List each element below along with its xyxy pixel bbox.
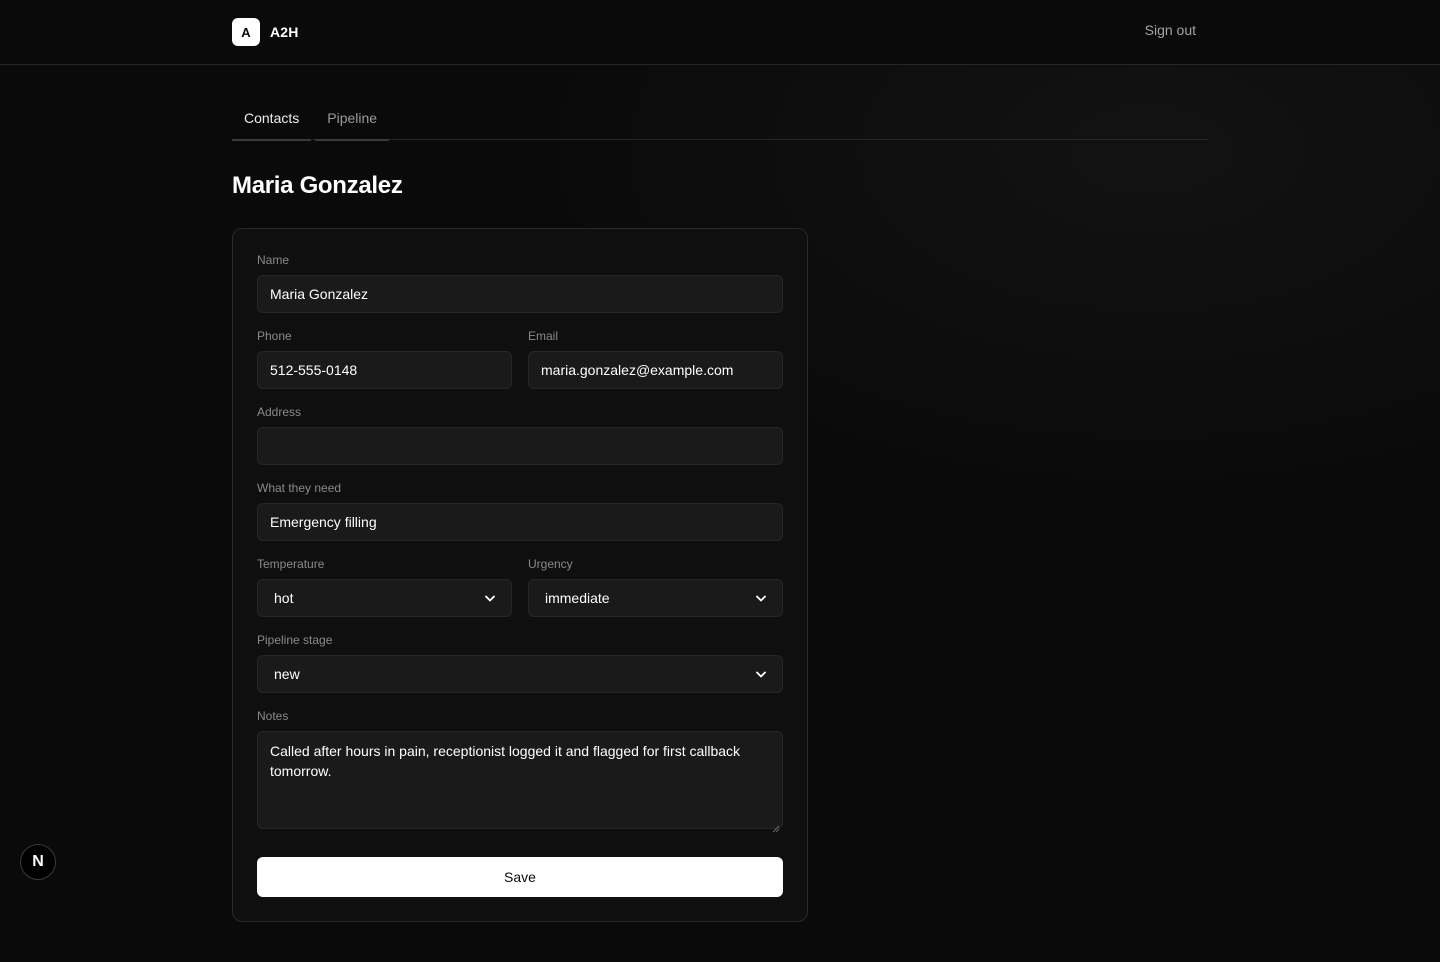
name-label: Name (257, 253, 290, 267)
stage-field-group: Pipeline stage new (257, 633, 783, 693)
address-label: Address (257, 405, 302, 419)
address-field-group: Address (257, 405, 783, 465)
notes-text: Called after hours in pain, receptionist… (270, 743, 741, 779)
address-input[interactable] (257, 427, 783, 465)
tab-pipeline[interactable]: Pipeline (315, 96, 389, 141)
urgency-select[interactable]: immediate (528, 579, 783, 617)
temperature-select[interactable]: hot (257, 579, 512, 617)
email-label: Email (528, 329, 559, 343)
chevron-down-icon (485, 593, 495, 603)
temperature-field-group: Temperature hot (257, 557, 512, 617)
contact-form-card: Name Maria Gonzalez Phone 512-555-0148 E… (232, 228, 808, 922)
name-input[interactable]: Maria Gonzalez (257, 275, 783, 313)
save-button[interactable]: Save (257, 857, 783, 897)
stage-value: new (274, 666, 300, 682)
temperature-value: hot (274, 590, 294, 606)
notes-field-group: Notes Called after hours in pain, recept… (257, 709, 783, 833)
notes-textarea[interactable]: Called after hours in pain, receptionist… (257, 731, 783, 833)
email-input[interactable]: maria.gonzalez@example.com (528, 351, 783, 389)
urgency-label: Urgency (528, 557, 573, 571)
chevron-down-icon (756, 669, 766, 679)
tab-bar: Contacts Pipeline (232, 96, 1208, 141)
phone-field-group: Phone 512-555-0148 (257, 329, 512, 389)
urgency-value: immediate (545, 590, 610, 606)
top-bar: A A2H Sign out (0, 0, 1440, 65)
name-field-group: Name Maria Gonzalez (257, 253, 783, 313)
stage-label: Pipeline stage (257, 633, 333, 647)
notes-label: Notes (257, 709, 289, 723)
phone-input[interactable]: 512-555-0148 (257, 351, 512, 389)
urgency-field-group: Urgency immediate (528, 557, 783, 617)
brand[interactable]: A A2H (232, 18, 299, 46)
brand-logo: A (232, 18, 260, 46)
brand-name: A2H (270, 24, 299, 40)
need-input[interactable]: Emergency filling (257, 503, 783, 541)
nextjs-icon[interactable]: N (20, 844, 56, 880)
email-field-group: Email maria.gonzalez@example.com (528, 329, 783, 389)
chevron-down-icon (756, 593, 766, 603)
phone-label: Phone (257, 329, 292, 343)
need-label: What they need (257, 481, 342, 495)
sign-out-link[interactable]: Sign out (1145, 22, 1196, 38)
page-title: Maria Gonzalez (232, 172, 403, 199)
temperature-label: Temperature (257, 557, 325, 571)
tab-contacts[interactable]: Contacts (232, 96, 312, 141)
need-field-group: What they need Emergency filling (257, 481, 783, 541)
resize-grip-icon[interactable] (772, 818, 780, 833)
pipeline-stage-select[interactable]: new (257, 655, 783, 693)
